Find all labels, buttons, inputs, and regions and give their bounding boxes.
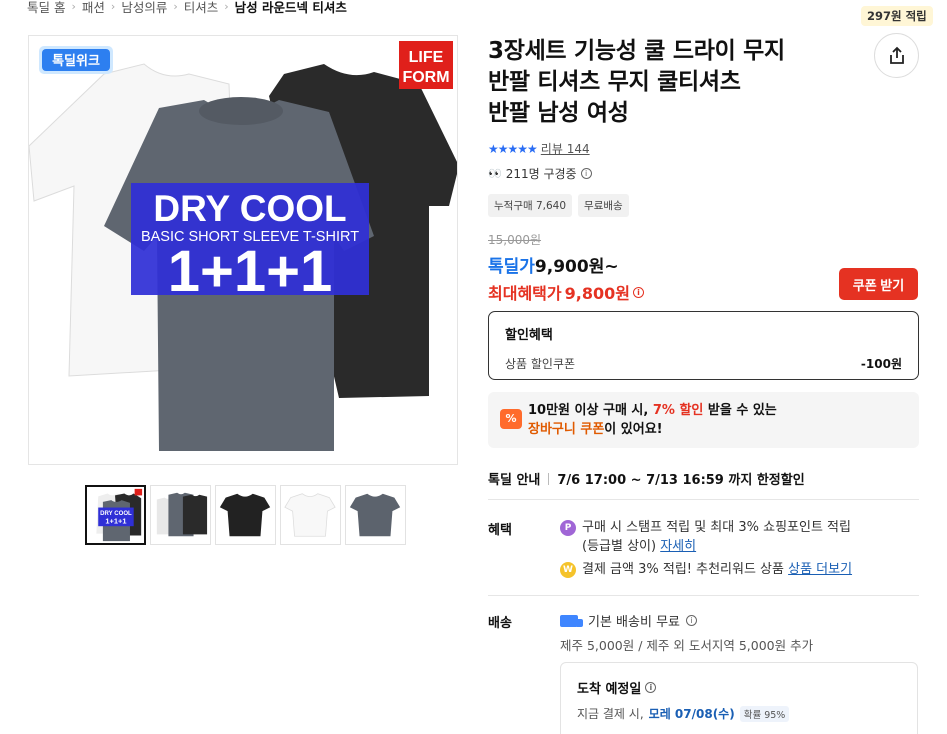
rating-row: ★★★★★ 리뷰 144 bbox=[488, 140, 590, 157]
reward-coin-icon: W bbox=[560, 562, 576, 578]
max-benefit-price: 최대혜택가 9,800원 i bbox=[488, 280, 644, 304]
benefit-stamp-text-2: (등급별 상이) bbox=[582, 539, 661, 554]
breadcrumb: 톡딜 홈 › 패션 › 남성의류 › 티셔츠 › 남성 라운드넥 티셔츠 bbox=[27, 0, 347, 16]
review-link[interactable]: 리뷰 144 bbox=[541, 140, 590, 157]
thumbnail-2[interactable] bbox=[150, 485, 211, 545]
shipping-main-text: 기본 배송비 무료 bbox=[588, 615, 680, 630]
benefit-details-link[interactable]: 자세히 bbox=[660, 539, 696, 554]
brand-logo-line1: LIFE bbox=[409, 49, 444, 66]
max-benefit-amount: 9,800원 bbox=[564, 284, 630, 303]
tag-free-shipping: 무료배송 bbox=[578, 194, 629, 217]
banner-bundle: 1+1+1 bbox=[168, 239, 333, 304]
max-benefit-label: 최대혜택가 bbox=[488, 284, 562, 303]
breadcrumb-item-tshirts[interactable]: 티셔츠 bbox=[184, 0, 219, 16]
percent-coupon-icon: % bbox=[500, 409, 522, 429]
discount-row-value: -100원 bbox=[860, 357, 902, 371]
chevron-right-icon: › bbox=[71, 0, 76, 13]
more-products-link[interactable]: 상품 더보기 bbox=[788, 562, 852, 577]
eyes-icon: 👀 bbox=[488, 167, 502, 180]
thumbnail-strip: DRY COOL 1+1+1 bbox=[85, 485, 406, 545]
info-icon[interactable]: i bbox=[686, 615, 697, 626]
arrival-row: 지금 결제 시, 모레 07/08(수) 확률 95% bbox=[577, 705, 901, 722]
shipping-extra-fee: 제주 5,000원 / 제주 외 도서지역 5,000원 추가 bbox=[560, 638, 814, 653]
arrival-prefix: 지금 결제 시, bbox=[577, 707, 644, 721]
divider bbox=[488, 595, 919, 596]
info-icon[interactable]: i bbox=[580, 168, 592, 179]
discount-benefit-box: 할인혜택 상품 할인쿠폰 -100원 bbox=[488, 311, 919, 380]
benefit-stamp-text: 구매 시 스탬프 적립 및 최대 3% 쇼핑포인트 적립 bbox=[582, 520, 851, 535]
deal-info-period: 7/6 17:00 ~ 7/13 16:59 까지 한정할인 bbox=[557, 473, 805, 488]
product-title: 3장세트 기능성 쿨 드라이 무지 반팔 티셔츠 무지 쿨티셔츠 반팔 남성 여… bbox=[488, 36, 858, 129]
promo-text-c: 이 있어요! bbox=[604, 422, 663, 437]
tokdeal-week-logo: 톡딜위크 bbox=[52, 54, 100, 69]
thumb-banner-line2: 1+1+1 bbox=[105, 516, 126, 525]
arrival-probability-badge: 확률 95% bbox=[739, 705, 790, 722]
thumbnail-1[interactable]: DRY COOL 1+1+1 bbox=[85, 485, 146, 545]
promo-highlight: 7% 할인 bbox=[652, 403, 704, 418]
points-badge: 297원 적립 bbox=[861, 6, 933, 26]
arrival-heading: 도착 예정일 i bbox=[577, 678, 901, 697]
promo-highlight-2: 장바구니 쿠폰 bbox=[528, 422, 605, 437]
point-icon: P bbox=[560, 520, 576, 536]
divider bbox=[488, 499, 919, 500]
discount-heading: 할인혜택 bbox=[505, 328, 553, 343]
share-icon bbox=[889, 46, 904, 64]
info-icon[interactable]: i bbox=[632, 286, 644, 298]
chevron-right-icon: › bbox=[224, 0, 229, 13]
share-button[interactable] bbox=[874, 33, 919, 78]
thumbnail-3[interactable] bbox=[215, 485, 276, 545]
thumbnail-5[interactable] bbox=[345, 485, 406, 545]
deal-info-label: 톡딜 안내 bbox=[488, 473, 541, 488]
breadcrumb-item-current: 남성 라운드넥 티셔츠 bbox=[234, 0, 347, 15]
product-title-line2: 반팔 티셔츠 무지 쿨티셔츠 bbox=[488, 69, 741, 95]
arrival-estimate-box: 도착 예정일 i 지금 결제 시, 모레 07/08(수) 확률 95% bbox=[560, 662, 918, 734]
benefit-reward-text: 결제 금액 3% 적립! 추천리워드 상품 bbox=[582, 562, 789, 577]
promo-text-a: 10만원 이상 구매 시, bbox=[528, 403, 653, 418]
chevron-right-icon: › bbox=[110, 0, 116, 13]
benefit-reward-row: W 결제 금액 3% 적립! 추천리워드 상품 상품 더보기 bbox=[560, 560, 852, 579]
deal-price-amount: 9,900원~ bbox=[534, 257, 619, 277]
deal-price-label: 톡딜가 bbox=[488, 257, 535, 277]
truck-icon bbox=[560, 614, 583, 627]
divider bbox=[548, 472, 550, 485]
chevron-right-icon: › bbox=[173, 0, 178, 13]
viewers-count: 👀 211명 구경중 i bbox=[488, 165, 592, 182]
shipping-label: 배송 bbox=[488, 616, 512, 631]
brand-logo-line2: FORM bbox=[402, 69, 449, 86]
deal-info: 톡딜 안내 7/6 17:00 ~ 7/13 16:59 까지 한정할인 bbox=[488, 469, 805, 488]
arrival-heading-text: 도착 예정일 bbox=[577, 682, 642, 697]
get-coupon-button[interactable]: 쿠폰 받기 bbox=[839, 268, 918, 300]
breadcrumb-item-mens-clothing[interactable]: 남성의류 bbox=[121, 0, 167, 16]
discount-row-label: 상품 할인쿠폰 bbox=[505, 357, 576, 371]
original-price: 15,000원 bbox=[488, 233, 542, 247]
main-product-image[interactable]: DRY COOL BASIC SHORT SLEEVE T-SHIRT 1+1+… bbox=[28, 35, 458, 465]
product-title-line3: 반팔 남성 여성 bbox=[488, 100, 629, 126]
discount-row: 상품 할인쿠폰 -100원 bbox=[505, 355, 902, 372]
breadcrumb-item-fashion[interactable]: 패션 bbox=[82, 0, 105, 16]
promo-text-b: 받을 수 있는 bbox=[703, 403, 777, 418]
benefits-label: 혜택 bbox=[488, 523, 512, 538]
benefit-stamp-row: P 구매 시 스탬프 적립 및 최대 3% 쇼핑포인트 적립 (등급별 상이) … bbox=[560, 518, 851, 556]
product-tags: 누적구매 7,640 무료배송 bbox=[488, 194, 629, 217]
star-rating-icon: ★★★★★ bbox=[488, 141, 538, 156]
banner-title: DRY COOL bbox=[153, 188, 346, 229]
breadcrumb-item-home[interactable]: 톡딜 홈 bbox=[27, 0, 65, 16]
viewers-text: 211명 구경중 bbox=[505, 167, 577, 181]
thumbnail-4[interactable] bbox=[280, 485, 341, 545]
info-icon[interactable]: i bbox=[645, 682, 657, 693]
cart-coupon-promo[interactable]: % 10만원 이상 구매 시, 7% 할인 받을 수 있는 장바구니 쿠폰이 있… bbox=[488, 392, 919, 448]
shipping-main-row: 기본 배송비 무료 i bbox=[560, 611, 697, 630]
arrival-date: 모레 07/08(수) bbox=[648, 707, 735, 721]
deal-price: 톡딜가 9,900원~ bbox=[488, 252, 619, 277]
tag-cumulative-purchase: 누적구매 7,640 bbox=[488, 194, 573, 217]
product-title-line1: 3장세트 기능성 쿨 드라이 무지 bbox=[488, 38, 785, 64]
